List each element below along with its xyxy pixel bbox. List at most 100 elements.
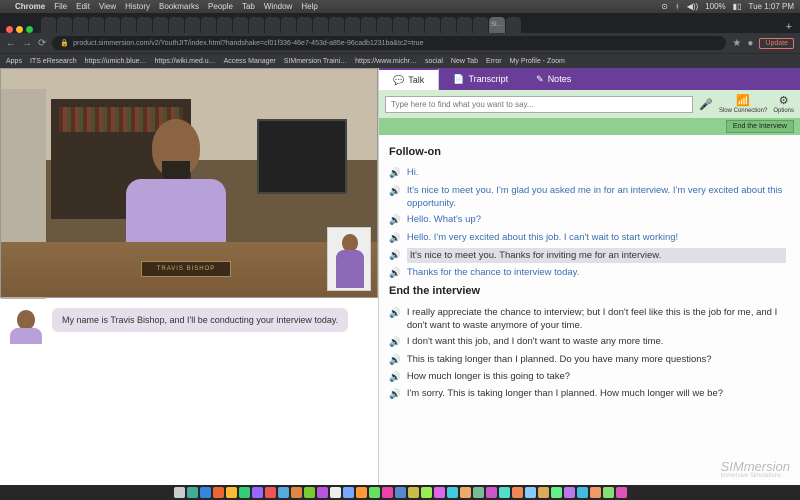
dock-app-icon[interactable] [382,487,393,498]
dock-app-icon[interactable] [486,487,497,498]
dock-app-icon[interactable] [356,487,367,498]
browser-tab[interactable]: SI… [489,17,505,33]
browser-tab[interactable] [345,17,360,33]
dock-app-icon[interactable] [590,487,601,498]
wifi-icon[interactable]: ⊙ [661,2,668,11]
dock-app-icon[interactable] [616,487,627,498]
response-line[interactable]: 🔊How much longer is this going to take? [389,370,786,384]
video-player[interactable]: TRAVIS BISHOP [0,68,378,298]
user-camera-preview[interactable] [327,227,371,291]
menu-people[interactable]: People [208,2,233,11]
tab-transcript[interactable]: 📄Transcript [439,68,522,90]
browser-tab[interactable] [506,17,521,33]
speaker-icon[interactable]: 🔊 [389,388,401,401]
bookmark-item[interactable]: https://www.michr… [355,58,417,65]
menu-window[interactable]: Window [264,2,292,11]
bookmark-item[interactable]: SIMmersion Traini… [284,58,347,65]
browser-tab[interactable] [265,17,280,33]
dock-app-icon[interactable] [200,487,211,498]
bookmark-item[interactable]: ITS eResearch [30,58,77,65]
bookmark-item[interactable]: Error [486,58,502,65]
browser-tab[interactable] [121,17,136,33]
menu-help[interactable]: Help [301,2,317,11]
dock-app-icon[interactable] [538,487,549,498]
dock-app-icon[interactable] [499,487,510,498]
browser-tab[interactable] [217,17,232,33]
search-input[interactable] [385,96,693,113]
reload-icon[interactable]: ⟳ [38,38,46,49]
dock-app-icon[interactable] [265,487,276,498]
dock-app-icon[interactable] [395,487,406,498]
browser-tab[interactable] [377,17,392,33]
dock-app-icon[interactable] [239,487,250,498]
slow-connection-button[interactable]: 📶Slow Connection? [719,94,767,114]
browser-tab[interactable] [361,17,376,33]
menu-app[interactable]: Chrome [15,2,45,11]
bookmark-item[interactable]: Apps [6,58,22,65]
minimize-window-icon[interactable] [16,26,23,33]
speaker-icon[interactable]: 🔊 [389,267,401,280]
tab-notes[interactable]: ✎Notes [522,68,585,90]
response-line[interactable]: 🔊Hello. I'm very excited about this job.… [389,231,786,245]
address-bar[interactable]: 🔒 product.simmersion.com/v2/YouthJIT/ind… [52,36,726,50]
dock-app-icon[interactable] [421,487,432,498]
back-icon[interactable]: ← [6,38,16,49]
script-list[interactable]: Follow-on🔊Hi.🔊It's nice to meet you. I'm… [379,135,800,485]
browser-tab[interactable] [457,17,472,33]
speaker-icon[interactable]: 🔊 [389,185,401,198]
dock-app-icon[interactable] [304,487,315,498]
dock-app-icon[interactable] [564,487,575,498]
browser-tab[interactable] [473,17,488,33]
dock-app-icon[interactable] [408,487,419,498]
response-line[interactable]: 🔊Hi. [389,166,786,180]
profile-icon[interactable]: ● [747,38,753,49]
speaker-icon[interactable]: 🔊 [389,354,401,367]
browser-tab[interactable] [329,17,344,33]
menu-history[interactable]: History [125,2,150,11]
dock-app-icon[interactable] [577,487,588,498]
response-line[interactable]: 🔊It's nice to meet you. Thanks for invit… [389,248,786,263]
speaker-icon[interactable]: 🔊 [389,232,401,245]
dock-app-icon[interactable] [213,487,224,498]
dock-app-icon[interactable] [603,487,614,498]
dock-app-icon[interactable] [434,487,445,498]
speaker-icon[interactable]: 🔊 [389,307,401,320]
dock-app-icon[interactable] [252,487,263,498]
dock-app-icon[interactable] [551,487,562,498]
extensions-icon[interactable]: ★ [732,38,741,49]
mic-button[interactable]: 🎤 [699,98,713,111]
forward-icon[interactable]: → [22,38,32,49]
dock-app-icon[interactable] [330,487,341,498]
close-window-icon[interactable] [6,26,13,33]
browser-tab[interactable] [73,17,88,33]
bookmark-item[interactable]: https://umich.blue… [85,58,147,65]
menu-edit[interactable]: Edit [76,2,90,11]
dock-app-icon[interactable] [278,487,289,498]
speaker-icon[interactable]: 🔊 [389,371,401,384]
browser-tab[interactable] [425,17,440,33]
response-line[interactable]: 🔊This is taking longer than I planned. D… [389,353,786,367]
speaker-icon[interactable]: 🔊 [389,167,401,180]
browser-tab[interactable] [233,17,248,33]
dock-app-icon[interactable] [291,487,302,498]
dock-app-icon[interactable] [187,487,198,498]
browser-tab[interactable] [201,17,216,33]
clock[interactable]: Tue 1:07 PM [748,2,794,11]
dock-app-icon[interactable] [460,487,471,498]
response-line[interactable]: 🔊It's nice to meet you. I'm glad you ask… [389,184,786,211]
speaker-icon[interactable]: 🔊 [389,336,401,349]
response-line[interactable]: 🔊Hello. What's up? [389,213,786,227]
dock-app-icon[interactable] [317,487,328,498]
dock-app-icon[interactable] [226,487,237,498]
response-line[interactable]: 🔊I don't want this job, and I don't want… [389,335,786,349]
dock-app-icon[interactable] [512,487,523,498]
browser-tab[interactable] [57,17,72,33]
browser-tab[interactable] [249,17,264,33]
menu-file[interactable]: File [54,2,67,11]
dock-app-icon[interactable] [174,487,185,498]
dock-app-icon[interactable] [447,487,458,498]
browser-tab[interactable] [393,17,408,33]
browser-tab[interactable] [41,17,56,33]
tab-talk[interactable]: 💬Talk [379,68,439,90]
update-button[interactable]: Update [759,38,794,49]
